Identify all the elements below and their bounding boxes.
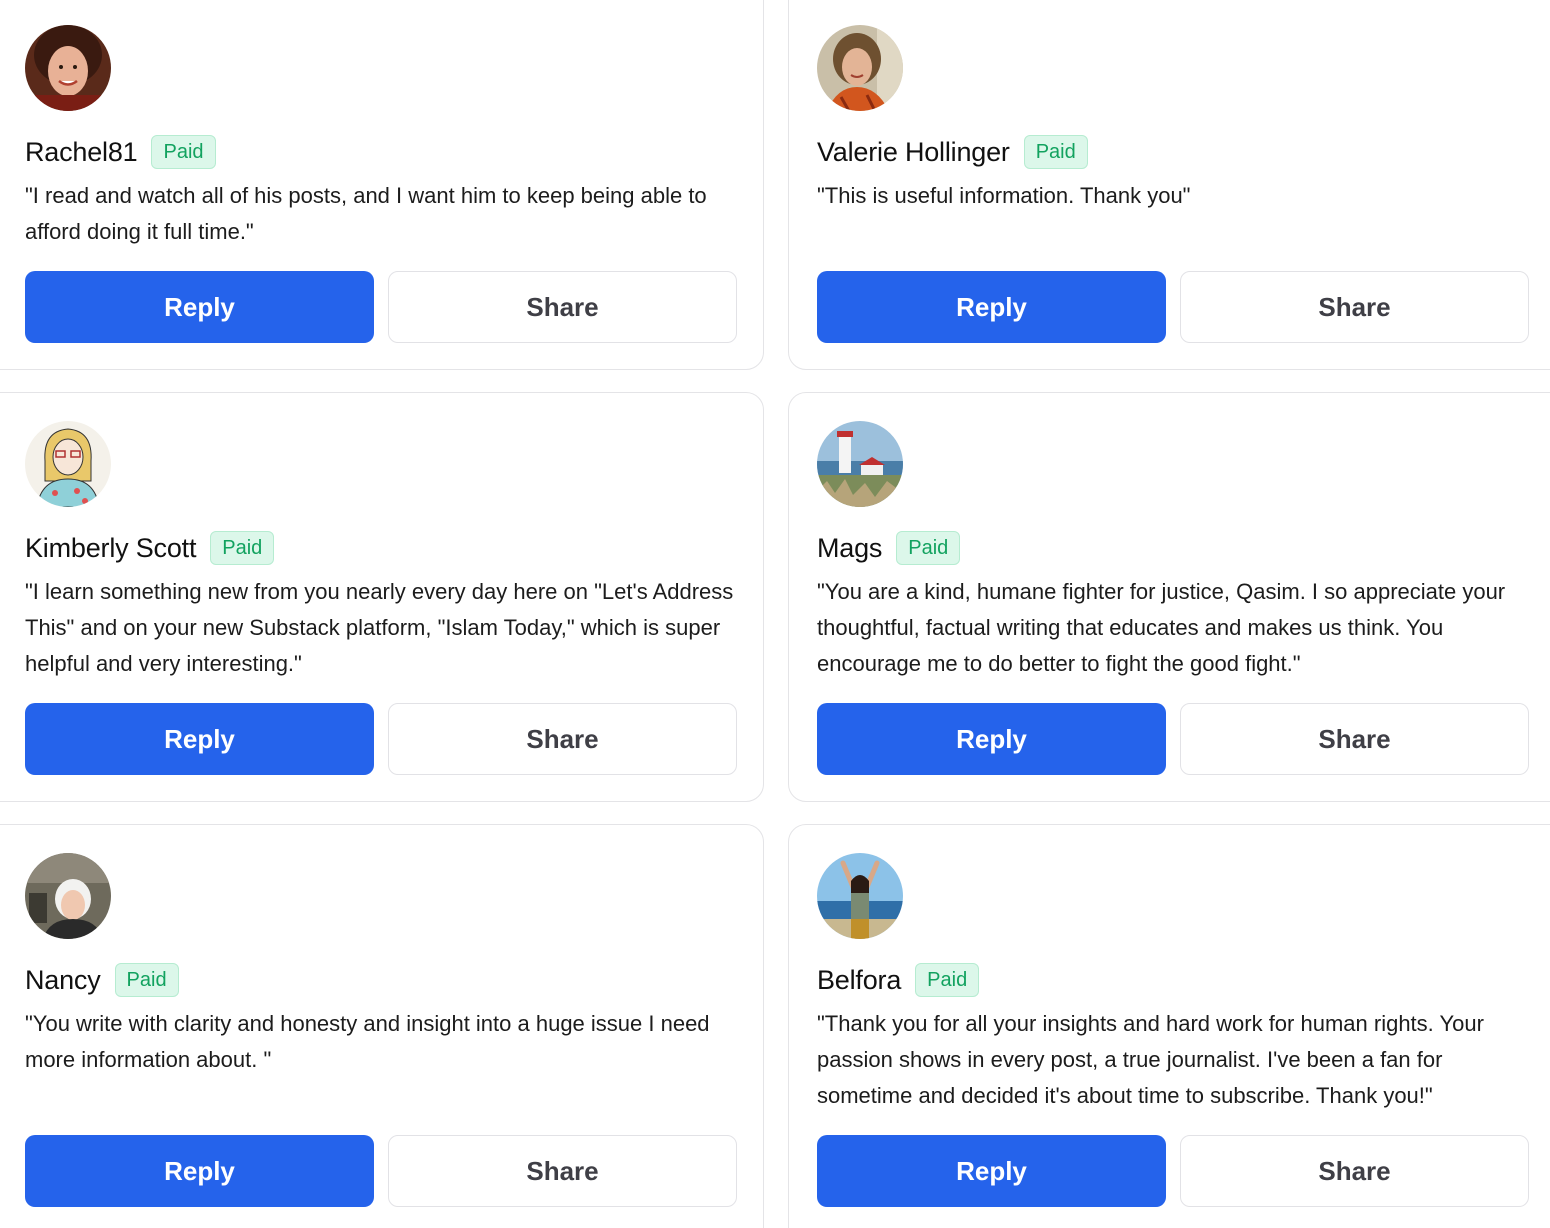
commenter-name[interactable]: Valerie Hollinger <box>817 137 1010 168</box>
comment-quote: "You are a kind, humane fighter for just… <box>817 579 1506 676</box>
comment-header: Valerie Hollinger Paid <box>817 134 1088 170</box>
share-button[interactable]: Share <box>1180 1135 1529 1207</box>
paid-badge: Paid <box>915 963 980 997</box>
comment-quote: "This is useful information. Thank you" <box>817 183 1191 208</box>
comment-card: Valerie Hollinger Paid "This is useful i… <box>788 0 1550 370</box>
share-button[interactable]: Share <box>388 271 737 343</box>
comment-header: Nancy Paid <box>25 962 179 998</box>
paid-badge: Paid <box>1023 135 1088 169</box>
paid-badge: Paid <box>151 135 216 169</box>
reply-button[interactable]: Reply <box>817 271 1166 343</box>
comment-quote: "You write with clarity and honesty and … <box>25 1011 710 1072</box>
paid-badge: Paid <box>114 963 179 997</box>
comment-header: Belfora Paid <box>817 962 980 998</box>
share-button[interactable]: Share <box>388 703 737 775</box>
comment-header: Rachel81 Paid <box>25 134 216 170</box>
reply-button[interactable]: Reply <box>25 1135 374 1207</box>
comments-grid: Rachel81 Paid "I read and watch all of h… <box>0 0 1550 1228</box>
avatar[interactable] <box>25 421 111 507</box>
reply-button[interactable]: Reply <box>25 703 374 775</box>
comment-card: Belfora Paid "Thank you for all your ins… <box>788 824 1550 1228</box>
share-button[interactable]: Share <box>388 1135 737 1207</box>
reply-button[interactable]: Reply <box>25 271 374 343</box>
share-button[interactable]: Share <box>1180 703 1529 775</box>
commenter-name[interactable]: Belfora <box>817 965 901 996</box>
avatar[interactable] <box>25 853 111 939</box>
comment-quote: "I learn something new from you nearly e… <box>25 579 734 676</box>
paid-badge: Paid <box>210 531 275 565</box>
comment-quote: "Thank you for all your insights and har… <box>817 1011 1484 1108</box>
avatar[interactable] <box>817 25 903 111</box>
commenter-name[interactable]: Nancy <box>25 965 101 996</box>
comment-card: Kimberly Scott Paid "I learn something n… <box>0 392 764 802</box>
avatar[interactable] <box>817 421 903 507</box>
comment-quote: "I read and watch all of his posts, and … <box>25 183 707 244</box>
share-button[interactable]: Share <box>1180 271 1529 343</box>
commenter-name[interactable]: Rachel81 <box>25 137 138 168</box>
reply-button[interactable]: Reply <box>817 1135 1166 1207</box>
comment-header: Kimberly Scott Paid <box>25 530 275 566</box>
reply-button[interactable]: Reply <box>817 703 1166 775</box>
comment-card: Nancy Paid "You write with clarity and h… <box>0 824 764 1228</box>
avatar[interactable] <box>25 25 111 111</box>
comment-card: Mags Paid "You are a kind, humane fighte… <box>788 392 1550 802</box>
comment-header: Mags Paid <box>817 530 961 566</box>
comment-card: Rachel81 Paid "I read and watch all of h… <box>0 0 764 370</box>
commenter-name[interactable]: Kimberly Scott <box>25 533 196 564</box>
paid-badge: Paid <box>896 531 961 565</box>
avatar[interactable] <box>817 853 903 939</box>
commenter-name[interactable]: Mags <box>817 533 882 564</box>
